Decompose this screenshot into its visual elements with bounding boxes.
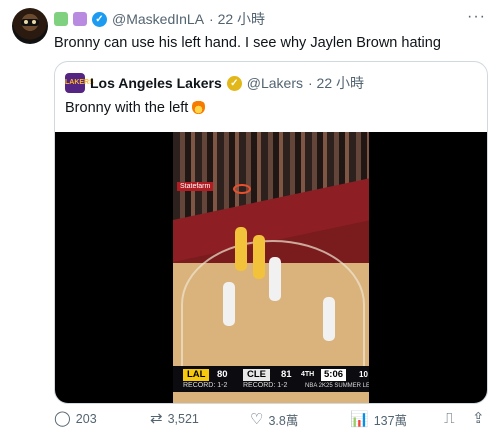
avatar-eye xyxy=(32,20,36,24)
tweet-text: Bronny can use his left hand. I see why … xyxy=(54,35,441,51)
team2-record: RECORD: 1-2 xyxy=(243,382,288,389)
reply-button[interactable]: ◯ 203 xyxy=(54,410,97,428)
team1-name: LAL xyxy=(183,369,210,381)
game-clock: 5:06 xyxy=(321,369,347,381)
mask-emoji-icon xyxy=(73,12,87,26)
repost-count: 3,521 xyxy=(167,412,199,426)
bookmark-icon: ⎍ xyxy=(444,410,455,427)
views-button[interactable]: 📊 137萬 xyxy=(350,410,407,429)
hoop xyxy=(233,184,251,194)
league-label: NBA 2K25 SUMMER LEAGUE xyxy=(305,383,369,389)
share-icon: ⇪ xyxy=(472,410,485,427)
repost-icon: ⇄ xyxy=(150,410,163,427)
video-player[interactable]: Statefarm LAL 80 CLE 81 4TH 5:06 10 RECO… xyxy=(55,132,487,403)
tweet-header: ✓ @MaskedInLA · 22 小時 xyxy=(54,10,265,28)
quoted-text: Bronny with the left xyxy=(65,99,206,117)
team1-score: 80 xyxy=(217,369,228,380)
more-options-icon[interactable]: ··· xyxy=(467,8,486,26)
mask-emoji-icon xyxy=(54,12,68,26)
team2-name: CLE xyxy=(243,369,270,381)
period: 4TH xyxy=(301,371,315,378)
player-cavs xyxy=(323,297,335,341)
team1-record: RECORD: 1-2 xyxy=(183,382,228,389)
like-button[interactable]: ♡ 3.8萬 xyxy=(250,410,298,429)
scoreboard: LAL 80 CLE 81 4TH 5:06 10 RECORD: 1-2 RE… xyxy=(173,366,369,392)
avatar-eye xyxy=(24,20,28,24)
gold-verified-badge-icon: ✓ xyxy=(226,75,242,91)
quoted-text-body: Bronny with the left xyxy=(65,100,189,116)
reply-icon: ◯ xyxy=(54,410,71,427)
tweet-time[interactable]: · 22 小時 xyxy=(209,10,265,28)
quoted-tweet-header: LAKERS Los Angeles Lakers ✓ @Lakers · 22… xyxy=(65,73,364,93)
player-cavs xyxy=(269,257,281,301)
user-avatar[interactable] xyxy=(12,8,48,44)
reply-count: 203 xyxy=(75,412,97,426)
share-button[interactable]: ⇪ xyxy=(472,410,485,428)
player-cavs xyxy=(223,282,235,326)
heart-icon: ♡ xyxy=(250,410,264,428)
repost-button[interactable]: ⇄ 3,521 xyxy=(150,410,199,428)
quoted-display-name[interactable]: Los Angeles Lakers xyxy=(90,75,222,91)
views-chart-icon: 📊 xyxy=(350,410,369,428)
team2-score: 81 xyxy=(281,369,292,380)
video-frame[interactable]: Statefarm LAL 80 CLE 81 4TH 5:06 10 RECO… xyxy=(173,132,369,403)
verified-badge-icon: ✓ xyxy=(92,11,107,27)
quoted-handle[interactable]: @Lakers xyxy=(247,75,303,91)
arena-banner: Statefarm xyxy=(177,182,214,191)
lakers-logo-icon[interactable]: LAKERS xyxy=(65,73,94,93)
action-bar: ◯ 203 ⇄ 3,521 ♡ 3.8萬 📊 137萬 ⎍ ⇪ xyxy=(54,410,494,430)
shot-clock: 10 xyxy=(359,370,368,379)
bookmark-button[interactable]: ⎍ xyxy=(444,410,455,428)
user-handle[interactable]: @MaskedInLA xyxy=(112,10,204,28)
player-lakers xyxy=(235,227,247,271)
quoted-time: · 22 小時 xyxy=(308,75,365,91)
fire-emoji-icon xyxy=(192,99,206,114)
quoted-tweet[interactable]: LAKERS Los Angeles Lakers ✓ @Lakers · 22… xyxy=(54,61,488,404)
like-count: 3.8萬 xyxy=(268,414,299,428)
player-lakers xyxy=(253,235,265,279)
view-count: 137萬 xyxy=(373,414,408,428)
